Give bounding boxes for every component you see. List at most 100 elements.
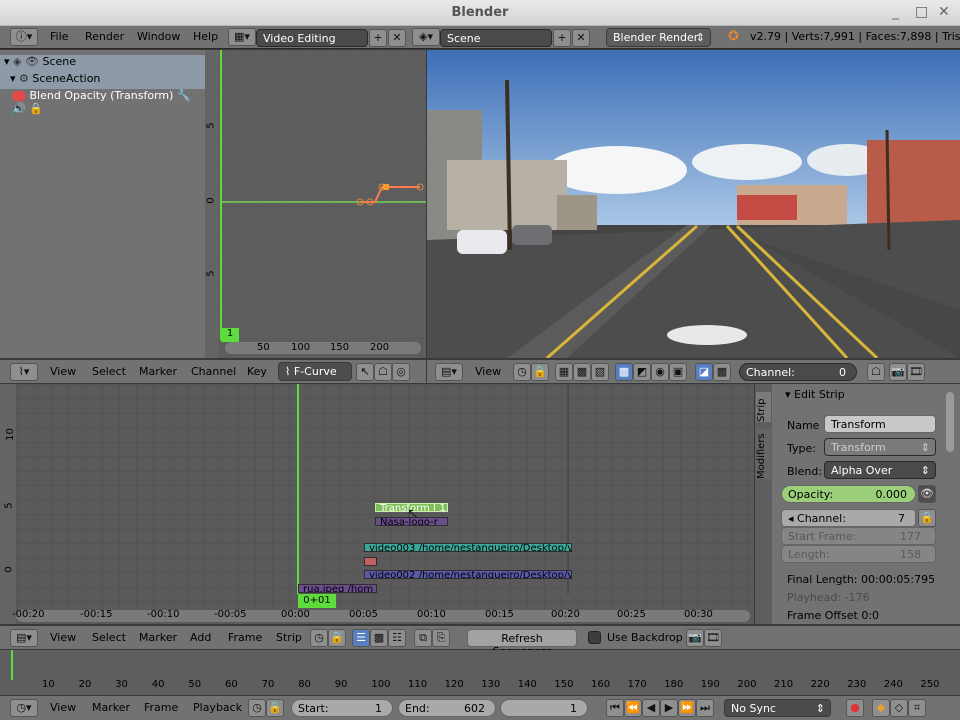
clock-icon[interactable]: ◷ [513,363,531,381]
speaker-icon[interactable]: 🔊 [12,102,26,115]
preview-view-icon[interactable]: ▩ [370,629,388,647]
tl-menu-view[interactable]: View [50,701,76,714]
ghost-icon[interactable]: ☖ [374,363,392,381]
keyframe-insert-icon[interactable]: ◇ [890,699,908,717]
seq-menu-view[interactable]: View [50,631,76,644]
ghost-icon[interactable]: ☖ [867,363,885,381]
graph-menu-channel[interactable]: Channel [191,365,236,378]
tab-modifiers[interactable]: Modifiers [756,429,771,479]
jump-end-icon[interactable]: ⏭ [696,699,714,717]
name-field[interactable]: Transform [824,415,936,433]
seq-editor-type-icon[interactable]: ▤▾ [10,629,38,647]
next-keyframe-icon[interactable]: ⏩ [678,699,696,717]
current-frame-input[interactable]: 1 [500,699,588,717]
menu-file[interactable]: File [50,30,68,43]
screen-layout-icon[interactable]: ▦▾ [228,28,256,46]
histogram-icon[interactable]: ▣ [669,363,687,381]
strip-video003[interactable]: video003 /home/nestanqueiro/Desktop/v [364,543,572,552]
channel-field[interactable]: Channel: 0 [739,363,857,381]
strip-rua-jpeg[interactable]: rua.jpeg /hom [298,584,377,593]
seq-menu-frame[interactable]: Frame [228,631,262,644]
tl-menu-marker[interactable]: Marker [92,701,130,714]
wrench-icon[interactable]: 🔧 [177,89,191,102]
menu-render[interactable]: Render [85,30,124,43]
edit-strip-header[interactable]: ▾ Edit Strip [785,388,845,401]
timeline-editor-type-icon[interactable]: ◷▾ [10,699,38,717]
sync-dropdown[interactable]: No Sync ⇕ [724,699,831,717]
lock-icon[interactable]: 🔒 [918,509,936,527]
keying-set-icon[interactable]: ◆ [872,699,890,717]
sequencer-view-icon[interactable]: ☰ [352,629,370,647]
channel-display-icon[interactable]: ▦ [555,363,573,381]
preview-editor-type-icon[interactable]: ▤▾ [435,363,463,381]
remove-screen-icon[interactable]: ✕ [388,29,406,47]
tl-menu-frame[interactable]: Frame [144,701,178,714]
render-camera-icon[interactable]: 📷 [889,363,907,381]
checker-icon[interactable]: ▩ [573,363,591,381]
eye-icon[interactable]: 👁 [25,55,39,68]
scene-browse-icon[interactable]: ◈▾ [412,28,440,46]
keyframe-delete-icon[interactable]: ⌗ [908,699,926,717]
render-camera-icon[interactable]: 📷 [686,629,704,647]
menu-help[interactable]: Help [193,30,218,43]
overlay-icon[interactable]: ◪ [695,363,713,381]
tab-strip[interactable]: Strip [756,392,771,422]
remove-scene-icon[interactable]: ✕ [572,29,590,47]
expand-arrow-icon[interactable]: ▾ [10,72,16,85]
jump-start-icon[interactable]: ⏮ [606,699,624,717]
render-anim-icon[interactable]: 🎞 [704,629,722,647]
render-anim-icon[interactable]: 🎞 [907,363,925,381]
graph-menu-marker[interactable]: Marker [139,365,177,378]
lock-icon[interactable]: 🔒 [29,102,43,115]
close-icon[interactable]: ✕ [938,4,950,20]
scene-field[interactable]: Scene [440,29,552,47]
outliner-row-fcurve[interactable]: Blend Opacity (Transform) 🔧 🔊 🔒 [0,89,205,115]
graph-mode-dropdown[interactable]: ⌇ F-Curve [278,362,352,381]
props-v-scrollbar[interactable] [946,392,954,452]
info-editor-type-icon[interactable]: ⓘ▾ [10,28,38,46]
view-image-icon[interactable]: ▩ [615,363,633,381]
opacity-slider[interactable]: Opacity: 0.000 [781,485,916,503]
record-icon[interactable]: ● [846,699,864,717]
decrement-arrow-icon[interactable]: ◂ [788,512,794,525]
graph-h-scrollbar[interactable] [225,342,421,354]
preview-menu-view[interactable]: View [475,365,501,378]
menu-window[interactable]: Window [137,30,180,43]
checker-alpha-icon[interactable]: ▧ [591,363,609,381]
paste-icon[interactable]: ⎘ [432,629,450,647]
start-frame-input[interactable]: Start: 1 [291,699,393,717]
play-reverse-icon[interactable]: ◀ [642,699,660,717]
sequencer-editor[interactable]: 10 5 0 Transform | 1 Nasa-logo-r video00… [0,384,754,624]
lock-icon[interactable]: 🔒 [266,699,284,717]
seq-menu-strip[interactable]: Strip [276,631,302,644]
pointer-icon[interactable]: ↖ [356,363,374,381]
blend-dropdown[interactable]: Alpha Over ⇕ [824,461,936,479]
transparency-icon[interactable]: ▩ [713,363,731,381]
copy-icon[interactable]: ⧉ [414,629,432,647]
seq-menu-marker[interactable]: Marker [139,631,177,644]
prev-keyframe-icon[interactable]: ⏪ [624,699,642,717]
use-backdrop-checkbox[interactable] [588,631,601,644]
waveform-icon[interactable]: ◩ [633,363,651,381]
sequencer-preview[interactable] [427,50,960,358]
clock-icon[interactable]: ◷ [310,629,328,647]
maximize-icon[interactable]: □ [915,4,928,20]
graph-menu-key[interactable]: Key [247,365,267,378]
strip-video002[interactable]: video002 /home/nestanqueiro/Desktop/v [364,570,572,579]
expand-arrow-icon[interactable]: ▾ [4,55,10,68]
outliner-row-scene[interactable]: ▾ ◈ 👁 Scene [0,55,205,72]
add-scene-icon[interactable]: + [553,29,571,47]
graph-menu-view[interactable]: View [50,365,76,378]
seq-preview-view-icon[interactable]: ☷ [388,629,406,647]
clock-icon[interactable]: ◷ [248,699,266,717]
outliner-row-action[interactable]: ▾ ⚙ SceneAction [0,72,205,89]
minimize-icon[interactable]: _ [892,4,899,20]
seq-menu-select[interactable]: Select [92,631,126,644]
graph-editor[interactable]: 5 0 5 1 50 100 150 200 [205,50,426,358]
add-screen-icon[interactable]: + [369,29,387,47]
vectorscope-icon[interactable]: ◉ [651,363,669,381]
tl-menu-playback[interactable]: Playback [193,701,242,714]
timeline-editor[interactable]: 10 20 30 40 50 60 70 80 90 100 110 120 130 140 150 160 1… [0,650,960,695]
play-icon[interactable]: ▶ [660,699,678,717]
strip-color[interactable] [364,557,377,566]
